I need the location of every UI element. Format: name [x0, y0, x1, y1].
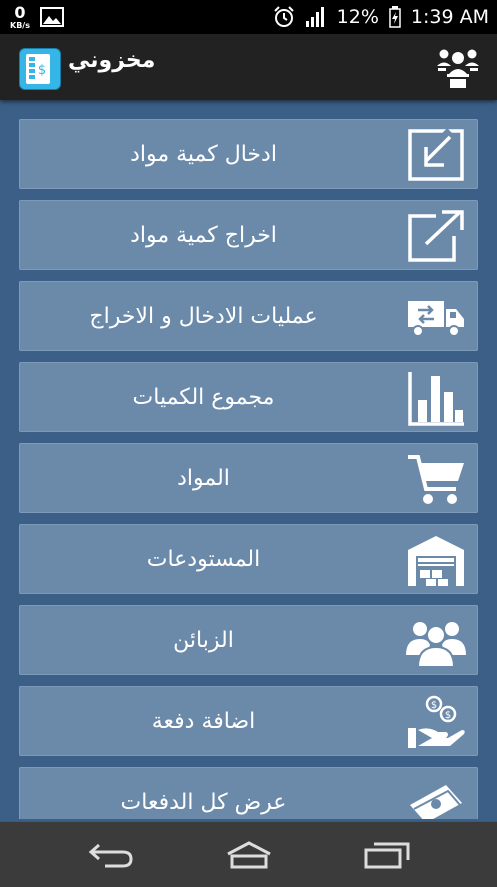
- menu-item-label: اضافة دفعة: [151, 708, 256, 734]
- warehouse-icon: [408, 536, 464, 586]
- menu-item-label: اخراج كمية مواد: [130, 222, 277, 248]
- menu-item-transactions[interactable]: عمليات الادخال و الاخراج: [19, 281, 478, 351]
- output-box-icon: [408, 210, 464, 262]
- home-icon[interactable]: [224, 840, 274, 870]
- menu-item-view-payments[interactable]: عرض كل الدفعات: [19, 767, 478, 819]
- main-menu: ادخال كمية مواد اخراج كمية مواد عمليات ا…: [19, 119, 478, 819]
- customers-icon: [406, 622, 466, 668]
- menu-item-output-quantity[interactable]: اخراج كمية مواد: [19, 200, 478, 270]
- money-icon: [410, 785, 462, 819]
- clock: 1:39 AM: [410, 6, 489, 28]
- users-group-icon[interactable]: [435, 44, 481, 90]
- network-speed: 0 KB/s: [10, 2, 30, 30]
- svg-text:$: $: [38, 63, 46, 78]
- recents-icon[interactable]: [362, 840, 412, 870]
- menu-item-add-payment[interactable]: اضافة دفعة $ $: [19, 686, 478, 756]
- truck-icon: [408, 301, 464, 337]
- alarm-icon: [273, 6, 294, 27]
- menu-item-input-quantity[interactable]: ادخال كمية مواد: [19, 119, 478, 189]
- status-bar: 0 KB/s 12% 1:39 AM: [0, 0, 497, 34]
- app-logo-icon[interactable]: $: [19, 48, 61, 90]
- menu-item-label: عرض كل الدفعات: [120, 789, 287, 815]
- menu-item-total-quantities[interactable]: مجموع الكميات: [19, 362, 478, 432]
- input-box-icon: [408, 128, 464, 181]
- speed-unit: KB/s: [10, 20, 30, 30]
- image-notification-icon: [39, 7, 64, 27]
- menu-item-customers[interactable]: الزبائن: [19, 605, 478, 675]
- shopping-cart-icon: [408, 455, 464, 504]
- signal-icon: [305, 7, 324, 27]
- menu-item-label: الزبائن: [173, 627, 234, 653]
- menu-item-label: ادخال كمية مواد: [130, 141, 277, 167]
- hand-coins-icon: $ $: [408, 695, 465, 748]
- menu-item-materials[interactable]: المواد: [19, 443, 478, 513]
- menu-item-label: المواد: [177, 465, 230, 491]
- app-title: مخزوني: [68, 48, 156, 73]
- menu-item-label: عمليات الادخال و الاخراج: [89, 303, 318, 329]
- navigation-bar: [0, 821, 497, 887]
- action-bar: $ مخزوني: [0, 34, 497, 100]
- battery-charging-icon: [389, 6, 401, 28]
- speed-value: 0: [14, 2, 26, 22]
- back-icon[interactable]: [85, 840, 135, 870]
- menu-item-label: مجموع الكميات: [132, 384, 275, 410]
- battery-percent: 12%: [336, 6, 379, 28]
- menu-item-label: المستودعات: [146, 546, 261, 572]
- menu-item-warehouses[interactable]: المستودعات: [19, 524, 478, 594]
- svg-text:$: $: [431, 700, 437, 711]
- bar-chart-icon: [408, 372, 464, 426]
- svg-text:$: $: [445, 710, 451, 721]
